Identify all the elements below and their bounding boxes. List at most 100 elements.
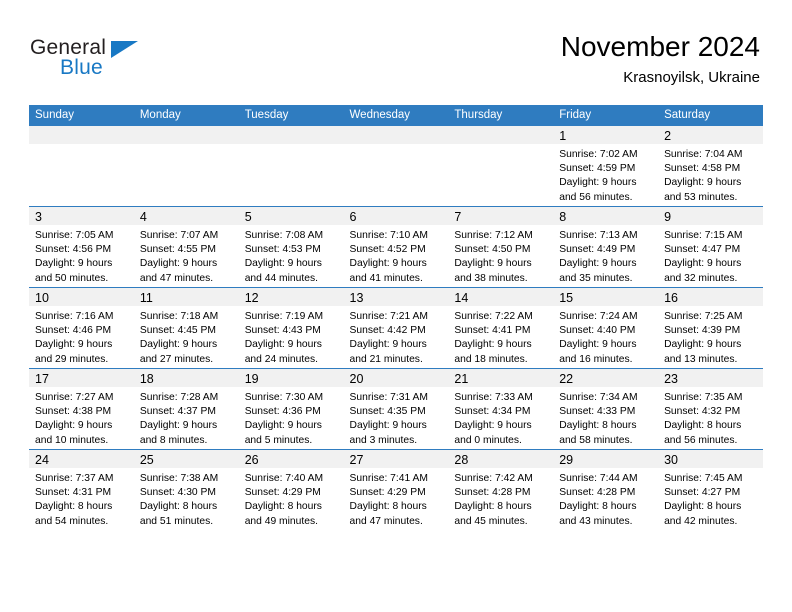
sunrise-text: Sunrise: 7:35 AM (664, 392, 743, 403)
day-number: 24 (35, 453, 49, 467)
sunrise-text: Sunrise: 7:42 AM (454, 473, 533, 484)
day-number-band: 12 (238, 288, 344, 306)
calendar-day-cell[interactable]: 11 Sunrise: 7:18 AM Sunset: 4:45 PM Dayligh… (133, 287, 239, 369)
day-cell-inner: 23 Sunrise: 7:35 AM Sunset: 4:32 PM Dayligh… (658, 369, 763, 449)
day-cell-inner: 27 Sunrise: 7:41 AM Sunset: 4:29 PM Dayligh… (343, 450, 449, 530)
daylight-text-line2: and 38 minutes. (454, 272, 528, 284)
sunrise-text: Sunrise: 7:02 AM (559, 149, 638, 160)
day-number: 9 (664, 210, 672, 224)
day-number-band: 17 (29, 369, 134, 387)
calendar-day-cell[interactable]: 14 Sunrise: 7:22 AM Sunset: 4:41 PM Dayligh… (448, 287, 554, 369)
calendar-day-cell[interactable]: 24 Sunrise: 7:37 AM Sunset: 4:31 PM Dayligh… (29, 449, 134, 530)
day-number-band: 30 (658, 450, 763, 468)
day-cell-details: Sunrise: 7:04 AM Sunset: 4:58 PM Daylight:… (658, 144, 763, 205)
calendar-day-cell[interactable]: 7 Sunrise: 7:12 AM Sunset: 4:50 PM Daylight… (448, 206, 554, 288)
day-number-band (238, 126, 344, 144)
calendar-day-cell[interactable]: 27 Sunrise: 7:41 AM Sunset: 4:29 PM Dayligh… (343, 449, 449, 530)
day-number-band (343, 126, 449, 144)
daylight-text-line1: Daylight: 8 hours (349, 501, 427, 513)
page-header: General Blue November 2024 Krasnoyilsk, … (0, 0, 792, 105)
calendar-day-cell[interactable]: 18 Sunrise: 7:28 AM Sunset: 4:37 PM Dayligh… (133, 368, 239, 450)
calendar-day-cell[interactable]: 13 Sunrise: 7:21 AM Sunset: 4:42 PM Dayligh… (343, 287, 449, 369)
day-cell-inner (343, 126, 449, 206)
calendar-day-cell[interactable]: 1 Sunrise: 7:02 AM Sunset: 4:59 PM Daylight… (553, 126, 659, 207)
calendar-day-cell[interactable]: 10 Sunrise: 7:16 AM Sunset: 4:46 PM Dayligh… (29, 287, 134, 369)
sunset-text: Sunset: 4:59 PM (559, 163, 636, 175)
weekday-header-thursday: Thursday (448, 105, 554, 126)
calendar-empty-cell (238, 126, 344, 207)
calendar-week-row: 3 Sunrise: 7:05 AM Sunset: 4:56 PM Daylight… (29, 206, 763, 288)
day-number-band: 11 (133, 288, 239, 306)
sunrise-text: Sunrise: 7:37 AM (35, 473, 114, 484)
calendar-day-cell[interactable]: 15 Sunrise: 7:24 AM Sunset: 4:40 PM Dayligh… (553, 287, 659, 369)
calendar-day-cell[interactable]: 5 Sunrise: 7:08 AM Sunset: 4:53 PM Daylight… (238, 206, 344, 288)
day-cell-inner: 3 Sunrise: 7:05 AM Sunset: 4:56 PM Daylight… (29, 207, 134, 287)
day-cell-inner: 8 Sunrise: 7:13 AM Sunset: 4:49 PM Daylight… (553, 207, 659, 287)
day-cell-inner: 29 Sunrise: 7:44 AM Sunset: 4:28 PM Dayligh… (553, 450, 659, 530)
calendar-day-cell[interactable]: 30 Sunrise: 7:45 AM Sunset: 4:27 PM Dayligh… (658, 449, 763, 530)
calendar-day-cell[interactable]: 22 Sunrise: 7:34 AM Sunset: 4:33 PM Dayligh… (553, 368, 659, 450)
day-cell-inner: 14 Sunrise: 7:22 AM Sunset: 4:41 PM Dayligh… (448, 288, 554, 368)
daylight-text-line2: and 24 minutes. (244, 353, 318, 365)
sunrise-text: Sunrise: 7:22 AM (454, 311, 533, 322)
calendar-day-cell[interactable]: 9 Sunrise: 7:15 AM Sunset: 4:47 PM Daylight… (658, 206, 763, 288)
calendar-day-cell[interactable]: 26 Sunrise: 7:40 AM Sunset: 4:29 PM Dayligh… (238, 449, 344, 530)
day-number: 26 (244, 453, 259, 467)
day-number-band: 8 (553, 207, 659, 225)
sunrise-text: Sunrise: 7:13 AM (559, 230, 638, 241)
daylight-text-line1: Daylight: 9 hours (349, 420, 427, 432)
day-number-band: 7 (448, 207, 554, 225)
day-cell-details: Sunrise: 7:42 AM Sunset: 4:28 PM Daylight:… (448, 468, 554, 529)
sunset-text: Sunset: 4:36 PM (244, 406, 321, 418)
calendar-day-cell[interactable]: 20 Sunrise: 7:31 AM Sunset: 4:35 PM Dayligh… (343, 368, 449, 450)
calendar-day-cell[interactable]: 3 Sunrise: 7:05 AM Sunset: 4:56 PM Daylight… (29, 206, 134, 288)
weekday-header-wednesday: Wednesday (343, 105, 449, 126)
daylight-text-line2: and 41 minutes. (349, 272, 423, 284)
sunset-text: Sunset: 4:34 PM (454, 406, 531, 418)
calendar-day-cell[interactable]: 29 Sunrise: 7:44 AM Sunset: 4:28 PM Dayligh… (553, 449, 659, 530)
sunset-text: Sunset: 4:39 PM (664, 325, 741, 337)
sunrise-text: Sunrise: 7:30 AM (244, 392, 324, 403)
calendar-grid: Sunday Monday Tuesday Wednesday Thursday… (29, 105, 763, 530)
day-number: 18 (139, 372, 154, 386)
calendar-day-cell[interactable]: 19 Sunrise: 7:30 AM Sunset: 4:36 PM Dayligh… (238, 368, 344, 450)
day-cell-details: Sunrise: 7:24 AM Sunset: 4:40 PM Daylight:… (553, 306, 659, 367)
daylight-text-line2: and 3 minutes. (349, 434, 418, 446)
weekday-header-monday: Monday (133, 105, 239, 126)
calendar-day-cell[interactable]: 16 Sunrise: 7:25 AM Sunset: 4:39 PM Dayligh… (658, 287, 763, 369)
calendar-day-cell[interactable]: 25 Sunrise: 7:38 AM Sunset: 4:30 PM Dayligh… (133, 449, 239, 530)
daylight-text-line1: Daylight: 8 hours (664, 501, 742, 513)
calendar-day-cell[interactable]: 12 Sunrise: 7:19 AM Sunset: 4:43 PM Dayligh… (238, 287, 344, 369)
general-blue-logo[interactable]: General Blue (30, 36, 250, 86)
day-number: 27 (349, 453, 364, 467)
day-cell-details: Sunrise: 7:13 AM Sunset: 4:49 PM Daylight:… (553, 225, 659, 286)
daylight-text-line2: and 35 minutes. (559, 272, 633, 284)
calendar-day-cell[interactable]: 8 Sunrise: 7:13 AM Sunset: 4:49 PM Daylight… (553, 206, 659, 288)
daylight-text-line2: and 10 minutes. (35, 434, 109, 446)
calendar-day-cell[interactable]: 28 Sunrise: 7:42 AM Sunset: 4:28 PM Dayligh… (448, 449, 554, 530)
day-cell-details: Sunrise: 7:27 AM Sunset: 4:38 PM Daylight:… (29, 387, 134, 448)
day-cell-details: Sunrise: 7:41 AM Sunset: 4:29 PM Daylight:… (343, 468, 449, 529)
daylight-text-line1: Daylight: 9 hours (349, 339, 427, 351)
day-cell-inner: 10 Sunrise: 7:16 AM Sunset: 4:46 PM Dayligh… (29, 288, 134, 368)
daylight-text-line2: and 27 minutes. (139, 353, 214, 365)
calendar-week-row: 10 Sunrise: 7:16 AM Sunset: 4:46 PM Dayligh… (29, 287, 763, 369)
sunset-text: Sunset: 4:33 PM (559, 406, 636, 418)
daylight-text-line2: and 43 minutes. (559, 515, 633, 527)
weekday-header-friday: Friday (553, 105, 659, 126)
calendar-day-cell[interactable]: 21 Sunrise: 7:33 AM Sunset: 4:34 PM Dayligh… (448, 368, 554, 450)
calendar-day-cell[interactable]: 6 Sunrise: 7:10 AM Sunset: 4:52 PM Daylight… (343, 206, 449, 288)
daylight-text-line1: Daylight: 9 hours (559, 339, 637, 351)
sunset-text: Sunset: 4:41 PM (454, 325, 531, 337)
day-cell-details: Sunrise: 7:05 AM Sunset: 4:56 PM Daylight:… (29, 225, 134, 286)
calendar-day-cell[interactable]: 2 Sunrise: 7:04 AM Sunset: 4:58 PM Daylight… (658, 126, 763, 207)
daylight-text-line2: and 49 minutes. (244, 515, 318, 527)
daylight-text-line2: and 56 minutes. (559, 191, 633, 203)
calendar-day-cell[interactable]: 4 Sunrise: 7:07 AM Sunset: 4:55 PM Daylight… (133, 206, 239, 288)
calendar-day-cell[interactable]: 23 Sunrise: 7:35 AM Sunset: 4:32 PM Dayligh… (658, 368, 763, 450)
day-number-band: 3 (29, 207, 134, 225)
calendar-header-row: Sunday Monday Tuesday Wednesday Thursday… (29, 105, 763, 126)
day-cell-details: Sunrise: 7:33 AM Sunset: 4:34 PM Daylight:… (448, 387, 554, 448)
calendar-day-cell[interactable]: 17 Sunrise: 7:27 AM Sunset: 4:38 PM Dayligh… (29, 368, 134, 450)
day-number: 16 (664, 291, 678, 305)
